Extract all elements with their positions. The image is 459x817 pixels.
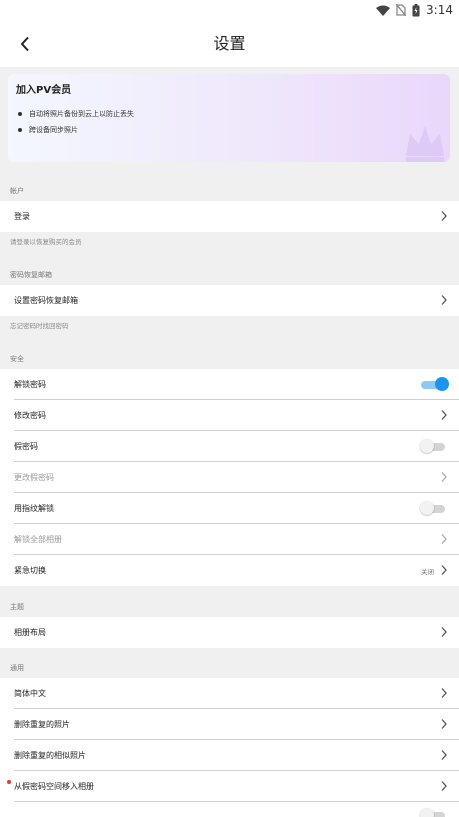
fingerprint-toggle[interactable]	[420, 501, 447, 516]
login-row[interactable]: 登录	[0, 201, 459, 232]
status-icons: 3:14	[376, 2, 453, 18]
battery-icon	[412, 3, 420, 16]
chevron-right-icon	[441, 295, 447, 305]
unlock-password-toggle[interactable]	[421, 377, 449, 392]
section-label-account: 帐户	[10, 187, 24, 195]
change-fake-password-row[interactable]: 更改假密码	[0, 462, 459, 493]
chevron-right-icon	[441, 410, 447, 420]
fingerprint-label: 用指纹解锁	[14, 504, 54, 513]
vip-banner[interactable]: 加入PV会员 自动将照片备份到云上以防止丢失 跨设备同步照片	[8, 74, 450, 162]
album-layout-label: 相册布局	[14, 628, 46, 637]
recovery-email-label: 设置密码恢复邮箱	[14, 296, 78, 305]
recovery-note: 忘记密码时找回密码	[10, 322, 69, 330]
change-password-label: 修改密码	[14, 411, 46, 420]
delete-similar-label: 删除重复的相似照片	[14, 751, 86, 760]
chevron-right-icon	[441, 472, 447, 482]
status-bar: 3:14	[0, 0, 459, 20]
crown-icon	[406, 126, 444, 162]
vip-feature: 自动将照片备份到云上以防止丢失	[18, 109, 134, 119]
chevron-right-icon	[441, 534, 447, 544]
section-label-theme: 主题	[10, 603, 24, 611]
change-password-row[interactable]: 修改密码	[0, 400, 459, 431]
chevron-right-icon	[441, 750, 447, 760]
change-fake-password-label: 更改假密码	[14, 473, 54, 482]
section-label-recovery: 密码恢复邮箱	[10, 271, 52, 279]
unlock-all-albums-label: 解锁全部相册	[14, 535, 62, 544]
next-row-toggle[interactable]	[420, 808, 447, 817]
unlock-password-label: 解锁密码	[14, 380, 46, 389]
section-label-security: 安全	[10, 355, 24, 363]
chevron-right-icon	[441, 211, 447, 221]
back-button[interactable]	[12, 31, 38, 57]
chevron-right-icon	[441, 781, 447, 791]
chevron-right-icon	[441, 627, 447, 637]
page-title: 设置	[213, 34, 246, 53]
no-sim-icon	[396, 4, 407, 16]
fake-password-label: 假密码	[14, 442, 38, 451]
status-time: 3:14	[426, 3, 453, 17]
unlock-all-albums-row[interactable]: 解锁全部相册	[0, 524, 459, 555]
chevron-right-icon	[441, 565, 447, 575]
vip-title: 加入PV会员	[16, 85, 72, 96]
delete-duplicates-label: 删除重复的照片	[14, 720, 70, 729]
move-from-fake-row[interactable]: 从假密码空间移入相册	[0, 771, 459, 802]
vip-feature-text: 跨设备同步照片	[29, 126, 78, 134]
delete-duplicates-row[interactable]: 删除重复的照片	[0, 709, 459, 740]
login-label: 登录	[14, 212, 30, 221]
emergency-switch-label: 紧急切换	[14, 566, 46, 575]
album-layout-row[interactable]: 相册布局	[0, 617, 459, 648]
fingerprint-row[interactable]: 用指纹解锁	[0, 493, 459, 524]
recovery-email-row[interactable]: 设置密码恢复邮箱	[0, 285, 459, 316]
app-bar: 设置	[0, 20, 459, 67]
emergency-switch-value: 关闭	[421, 567, 434, 576]
vip-feature-text: 自动将照片备份到云上以防止丢失	[29, 110, 134, 118]
chevron-right-icon	[441, 688, 447, 698]
vip-feature: 跨设备同步照片	[18, 125, 78, 135]
unlock-password-row[interactable]: 解锁密码	[0, 369, 459, 400]
new-badge	[7, 780, 11, 784]
fake-password-row[interactable]: 假密码	[0, 431, 459, 462]
chevron-right-icon	[441, 719, 447, 729]
delete-similar-row[interactable]: 删除重复的相似照片	[0, 740, 459, 771]
next-row[interactable]	[0, 802, 459, 817]
move-from-fake-label: 从假密码空间移入相册	[14, 782, 94, 791]
fake-password-toggle[interactable]	[420, 439, 447, 454]
wifi-icon	[376, 5, 391, 16]
account-note: 请登录以恢复购买的会员	[10, 238, 82, 246]
language-row[interactable]: 简体中文	[0, 678, 459, 709]
language-label: 简体中文	[14, 689, 46, 698]
section-label-general: 通用	[10, 664, 24, 672]
chevron-left-icon	[20, 36, 29, 52]
emergency-switch-row[interactable]: 紧急切换 关闭	[0, 555, 459, 586]
